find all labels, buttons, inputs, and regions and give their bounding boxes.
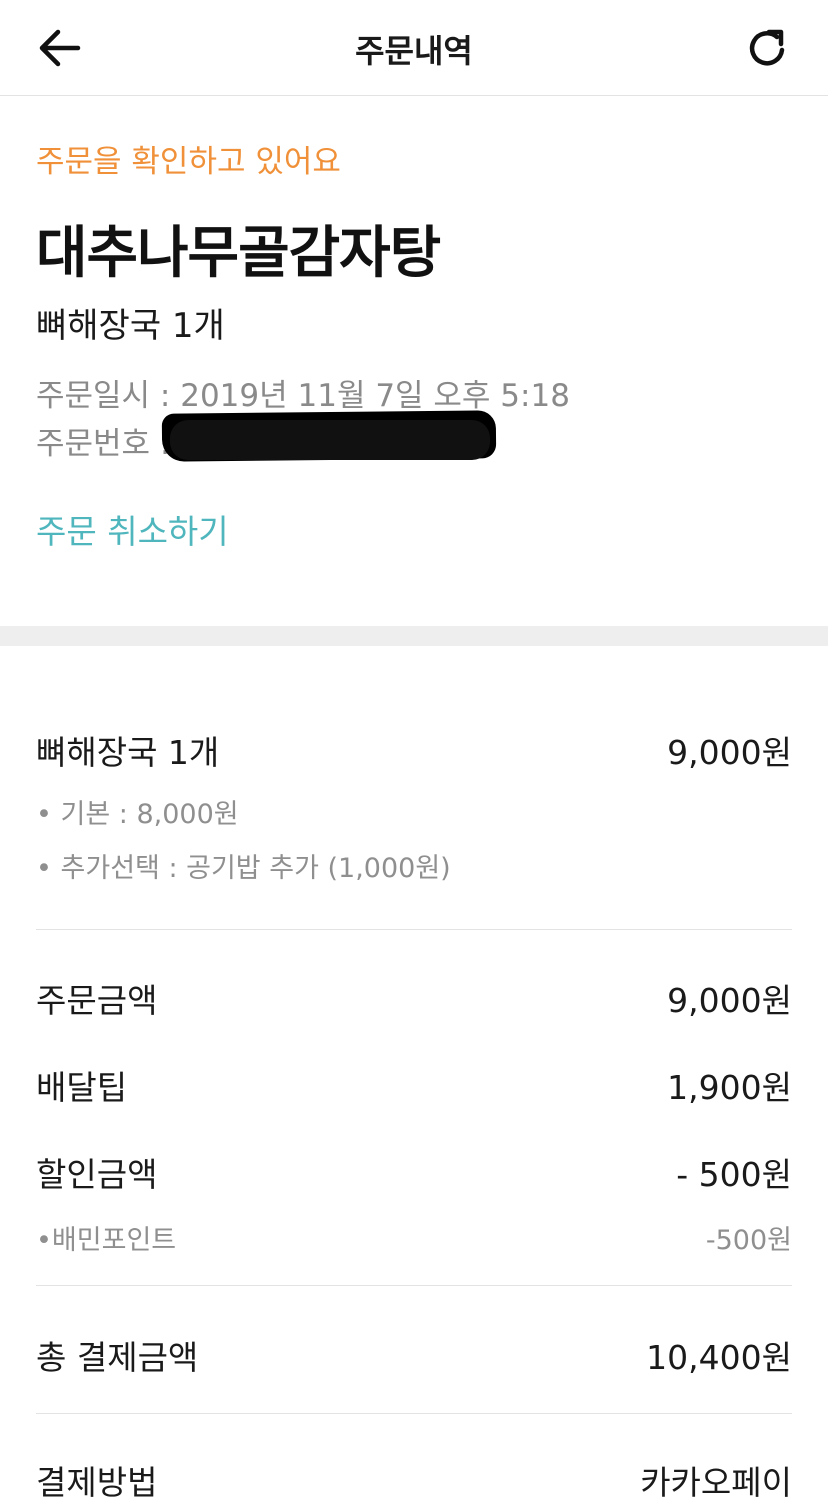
divider bbox=[36, 1285, 792, 1286]
refresh-button[interactable] bbox=[744, 26, 792, 70]
delivery-tip-label: 배달팁 bbox=[36, 1068, 128, 1107]
discount-row: 할인금액 - 500원 bbox=[36, 1148, 792, 1196]
payment-row: 결제방법 카카오페이 bbox=[36, 1456, 792, 1504]
cancel-order-link[interactable]: 주문 취소하기 bbox=[36, 505, 229, 553]
item-name: 뼈해장국 1개 bbox=[36, 733, 220, 772]
order-status-text: 주문을 확인하고 있어요 bbox=[36, 144, 341, 180]
redaction-mark-inner bbox=[170, 420, 490, 460]
order-amount-label: 주문금액 bbox=[36, 981, 158, 1020]
total-value: 10,400원 bbox=[646, 1338, 792, 1377]
refresh-icon bbox=[749, 29, 785, 66]
delivery-tip-row: 배달팁 1,900원 bbox=[36, 1061, 792, 1109]
order-amount-row: 주문금액 9,000원 bbox=[36, 974, 792, 1022]
payment-label: 결제방법 bbox=[36, 1463, 158, 1502]
point-row: •배민포인트 -500원 bbox=[36, 1218, 792, 1257]
delivery-tip-value: 1,900원 bbox=[667, 1068, 792, 1107]
point-label: •배민포인트 bbox=[36, 1225, 177, 1256]
total-row: 총 결제금액 10,400원 bbox=[36, 1331, 792, 1379]
divider bbox=[36, 929, 792, 930]
point-value: -500원 bbox=[705, 1225, 792, 1256]
item-option: • 추가선택 : 공기밥 추가 (1,000원) bbox=[36, 853, 451, 884]
total-label: 총 결제금액 bbox=[36, 1338, 199, 1377]
section-divider bbox=[0, 626, 828, 646]
item-option: • 기본 : 8,000원 bbox=[36, 799, 239, 830]
order-date: 주문일시 : 2019년 11월 7일 오후 5:18 bbox=[36, 378, 570, 414]
payment-value: 카카오페이 bbox=[640, 1463, 792, 1502]
item-price: 9,000원 bbox=[667, 733, 792, 772]
discount-label: 할인금액 bbox=[36, 1155, 158, 1194]
discount-value: - 500원 bbox=[676, 1155, 792, 1194]
page-title: 주문내역 bbox=[355, 32, 473, 70]
order-amount-value: 9,000원 bbox=[667, 981, 792, 1020]
divider bbox=[36, 1413, 792, 1414]
top-bar: 주문내역 bbox=[0, 0, 828, 96]
store-name[interactable]: 대추나무골감자탕 bbox=[36, 208, 441, 289]
menu-summary: 뼈해장국 1개 bbox=[36, 306, 225, 346]
item-row: 뼈해장국 1개 9,000원 bbox=[36, 726, 792, 774]
order-number-label: 주문번호 : bbox=[36, 426, 171, 462]
